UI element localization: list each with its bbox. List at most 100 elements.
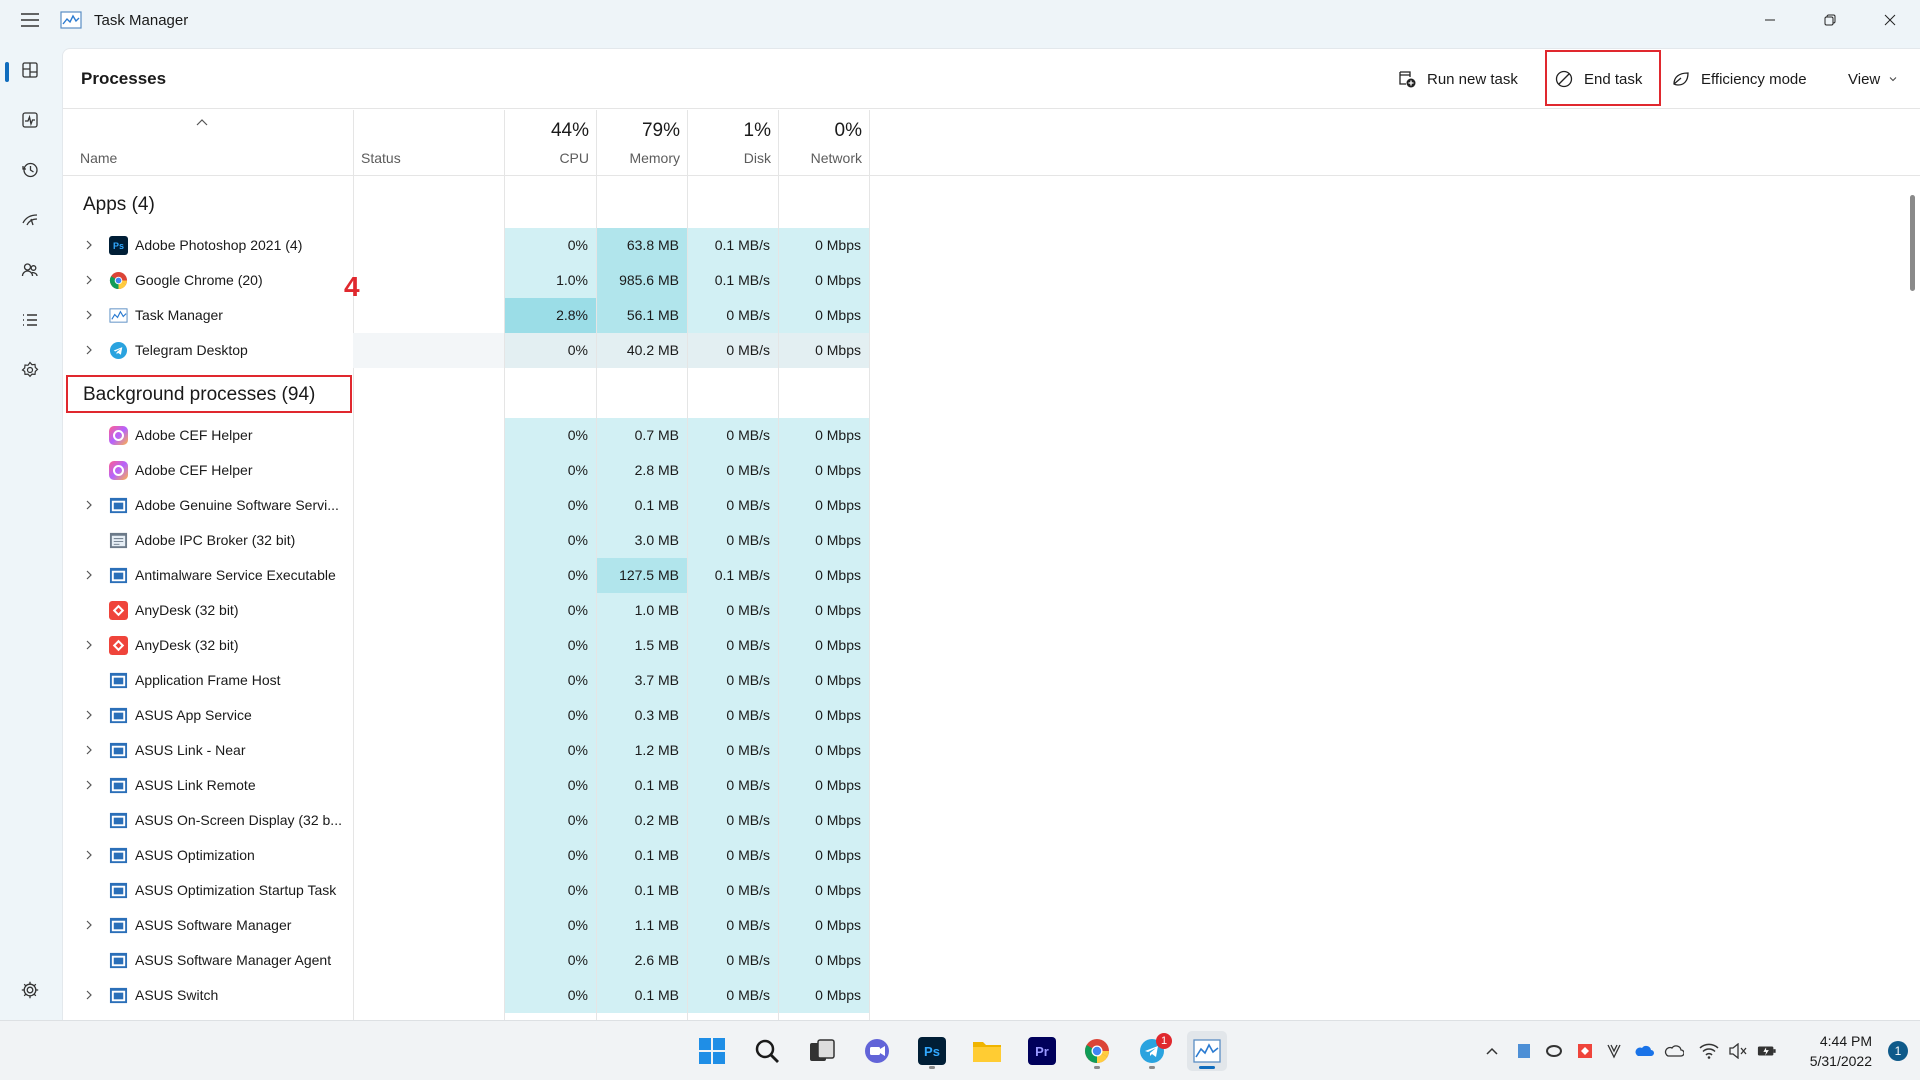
nav-users-icon[interactable] <box>8 250 52 290</box>
process-row[interactable]: ASUS Software Manager Agent 0% 2.6 MB 0 MB/… <box>63 943 869 978</box>
process-row[interactable]: Telegram Desktop 0% 40.2 MB 0 MB/s 0 Mbps <box>63 333 869 368</box>
clock-date: 5/31/2022 <box>1809 1053 1872 1069</box>
process-row[interactable]: ASUS Link - Near 0% 1.2 MB 0 MB/s 0 Mbps <box>63 733 869 768</box>
disk-cell: 0 MB/s <box>688 488 778 523</box>
taskbar-chrome[interactable] <box>1077 1031 1117 1071</box>
show-hidden-icons-chevron-up-icon[interactable] <box>1482 1041 1502 1061</box>
column-header-status[interactable]: Status <box>361 150 401 166</box>
chevron-right-icon[interactable] <box>83 308 95 322</box>
service-window-icon <box>109 672 128 689</box>
nav-details-icon[interactable] <box>8 300 52 340</box>
group-header-apps: Apps (4) <box>83 194 155 215</box>
process-row[interactable]: Ps Adobe Photoshop 2021 (4) 0% 63.8 MB 0.1 M… <box>63 228 869 263</box>
taskbar-telegram[interactable]: 1 <box>1132 1031 1172 1071</box>
chevron-right-icon[interactable] <box>83 918 95 932</box>
notification-count-badge[interactable]: 1 <box>1888 1041 1908 1061</box>
nav-startup-apps-icon[interactable] <box>8 200 52 240</box>
process-row[interactable]: Application Frame Host 0% 3.7 MB 0 MB/s 0 Mb… <box>63 663 869 698</box>
disk-cell: 0 MB/s <box>688 418 778 453</box>
tray-anydesk-icon[interactable] <box>1575 1041 1595 1061</box>
process-row[interactable]: ASUS On-Screen Display (32 b... 0% 0.2 MB 0… <box>63 803 869 838</box>
taskbar-file-explorer[interactable] <box>967 1031 1007 1071</box>
process-row[interactable]: Google Chrome (20) 1.0% 985.6 MB 0.1 MB/s 0 … <box>63 263 869 298</box>
process-row[interactable]: ASUS Optimization 0% 0.1 MB 0 MB/s 0 Mbps <box>63 838 869 873</box>
process-row[interactable]: Task Manager 2.8% 56.1 MB 0 MB/s 0 Mbps <box>63 298 869 333</box>
task-view-button[interactable] <box>802 1031 842 1071</box>
wifi-icon[interactable] <box>1699 1041 1719 1061</box>
telegram-unread-badge: 1 <box>1156 1033 1172 1049</box>
sort-ascending-icon[interactable] <box>195 118 209 128</box>
process-row[interactable]: Adobe IPC Broker (32 bit) 0% 3.0 MB 0 MB/s 0… <box>63 523 869 558</box>
taskbar-task-manager[interactable] <box>1187 1031 1227 1071</box>
process-row[interactable]: ASUS Link Remote 0% 0.1 MB 0 MB/s 0 Mbps <box>63 768 869 803</box>
memory-cell: 40.2 MB <box>597 333 687 368</box>
nav-processes-icon[interactable] <box>8 50 52 90</box>
process-row[interactable]: ASUS App Service 0% 0.3 MB 0 MB/s 0 Mbps <box>63 698 869 733</box>
process-row[interactable]: ASUS Optimization Startup Task 0% 0.1 MB 0 … <box>63 873 869 908</box>
memory-total-percent[interactable]: 79% <box>597 120 680 142</box>
restore-button[interactable] <box>1800 0 1860 40</box>
column-header-memory[interactable]: Memory <box>597 150 680 166</box>
column-header-disk[interactable]: Disk <box>688 150 771 166</box>
chevron-right-icon[interactable] <box>83 743 95 757</box>
cpu-total-percent[interactable]: 44% <box>505 120 589 142</box>
chevron-right-icon[interactable] <box>83 238 95 252</box>
network-cell: 0 Mbps <box>779 803 869 838</box>
memory-cell: 3.0 MB <box>597 523 687 558</box>
view-menu-button[interactable]: View <box>1848 59 1898 99</box>
taskbar-photoshop[interactable]: Ps <box>912 1031 952 1071</box>
process-row[interactable]: Adobe CEF Helper 0% 0.7 MB 0 MB/s 0 Mbps <box>63 418 869 453</box>
column-header-cpu[interactable]: CPU <box>505 150 589 166</box>
disk-cell: 0 MB/s <box>688 908 778 943</box>
nav-services-icon[interactable] <box>8 350 52 390</box>
cpu-cell: 0% <box>505 768 596 803</box>
tray-monitor-icon[interactable] <box>1514 1041 1534 1061</box>
process-row[interactable]: AnyDesk (32 bit) 0% 1.5 MB 0 MB/s 0 Mbps <box>63 628 869 663</box>
process-row[interactable]: Adobe CEF Helper 0% 2.8 MB 0 MB/s 0 Mbps <box>63 453 869 488</box>
process-name: Application Frame Host <box>135 672 281 688</box>
volume-muted-icon[interactable] <box>1728 1041 1748 1061</box>
chevron-right-icon[interactable] <box>83 708 95 722</box>
start-button[interactable] <box>692 1031 732 1071</box>
taskbar-premiere[interactable]: Pr <box>1022 1031 1062 1071</box>
vertical-scrollbar[interactable] <box>1910 195 1915 291</box>
nav-rail <box>0 48 60 1020</box>
cpu-cell: 0% <box>505 593 596 628</box>
system-clock[interactable]: 4:44 PM 5/31/2022 <box>1810 1031 1872 1071</box>
taskbar-chat-button[interactable] <box>857 1031 897 1071</box>
process-row[interactable]: Antimalware Service Executable 0% 127.5 MB… <box>63 558 869 593</box>
chevron-right-icon[interactable] <box>83 988 95 1002</box>
service-window-icon <box>109 847 128 864</box>
process-row[interactable]: ASUS Software Manager 0% 1.1 MB 0 MB/s 0 Mbp… <box>63 908 869 943</box>
taskbar-search-button[interactable] <box>747 1031 787 1071</box>
process-row[interactable]: ASUS Switch 0% 0.1 MB 0 MB/s 0 Mbps <box>63 978 869 1013</box>
tray-onedrive-blue-icon[interactable] <box>1634 1041 1654 1061</box>
nav-app-history-icon[interactable] <box>8 150 52 190</box>
minimize-button[interactable] <box>1740 0 1800 40</box>
process-row[interactable]: Adobe Genuine Software Servi... 0% 0.1 MB 0… <box>63 488 869 523</box>
disk-total-percent[interactable]: 1% <box>688 120 771 142</box>
network-total-percent[interactable]: 0% <box>779 120 862 142</box>
settings-gear-icon[interactable] <box>20 980 40 1000</box>
hamburger-menu-icon[interactable] <box>0 0 60 40</box>
efficiency-mode-button[interactable]: Efficiency mode <box>1671 59 1807 99</box>
chevron-right-icon[interactable] <box>83 343 95 357</box>
chevron-right-icon[interactable] <box>83 498 95 512</box>
run-new-task-button[interactable]: Run new task <box>1397 59 1518 99</box>
tray-v-icon[interactable] <box>1604 1041 1624 1061</box>
battery-charging-icon[interactable] <box>1757 1041 1777 1061</box>
network-cell: 0 Mbps <box>779 733 869 768</box>
chevron-right-icon[interactable] <box>83 273 95 287</box>
tray-onedrive-icon[interactable] <box>1664 1041 1684 1061</box>
column-header-network[interactable]: Network <box>779 150 862 166</box>
column-header-name[interactable]: Name <box>80 150 117 166</box>
chevron-right-icon[interactable] <box>83 568 95 582</box>
chevron-right-icon[interactable] <box>83 848 95 862</box>
taskbar: Ps Pr 1 4:44 PM 5/31/2022 1 <box>0 1020 1920 1080</box>
chevron-right-icon[interactable] <box>83 638 95 652</box>
tray-link-icon[interactable] <box>1544 1041 1564 1061</box>
nav-performance-icon[interactable] <box>8 100 52 140</box>
close-button[interactable] <box>1860 0 1920 40</box>
process-row[interactable]: AnyDesk (32 bit) 0% 1.0 MB 0 MB/s 0 Mbps <box>63 593 869 628</box>
chevron-right-icon[interactable] <box>83 778 95 792</box>
